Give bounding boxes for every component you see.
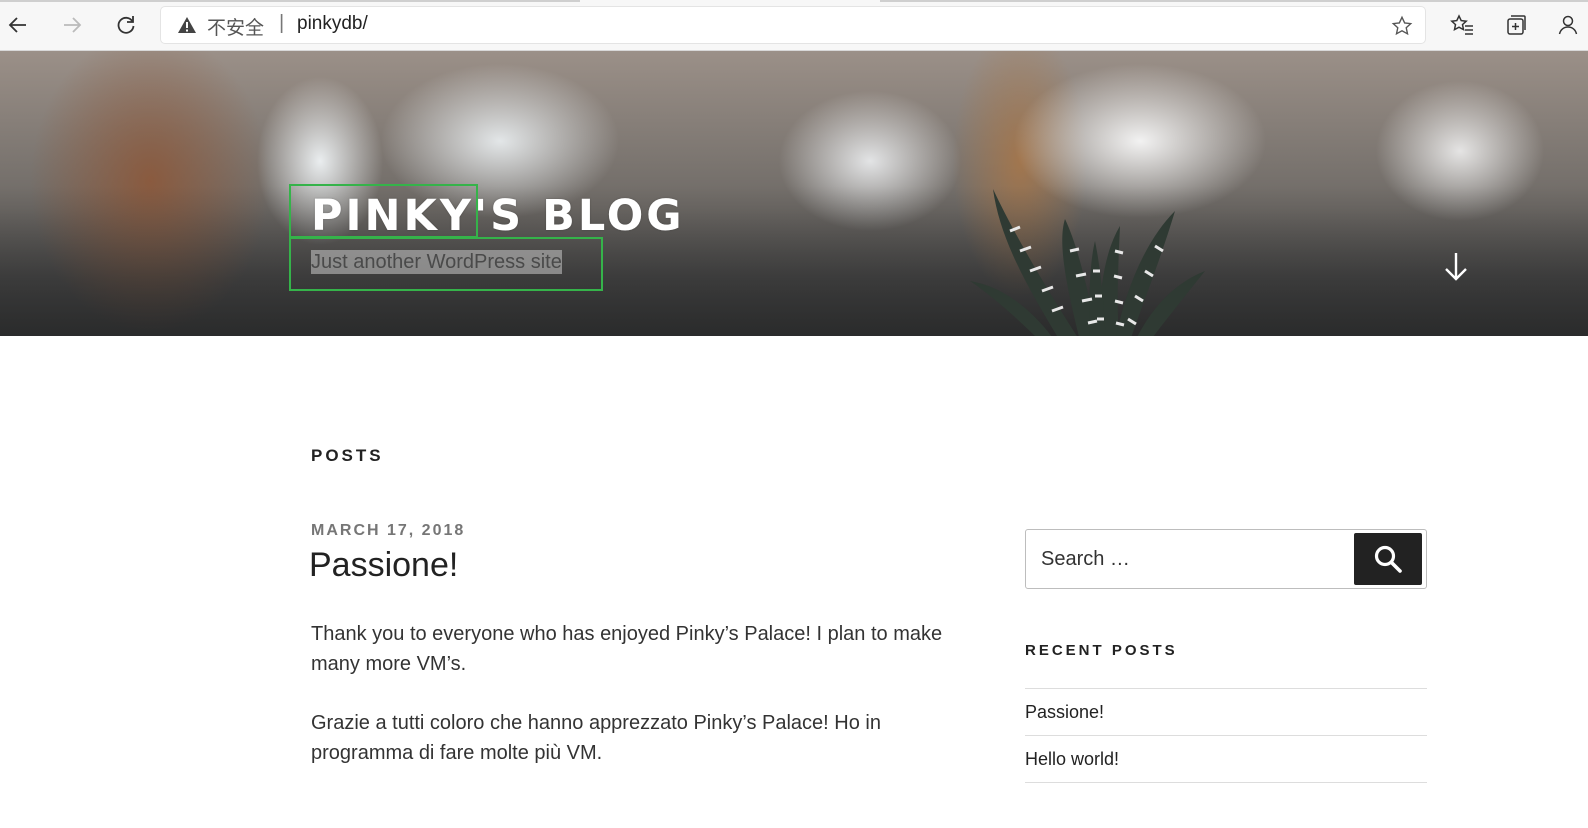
collections-icon: [1507, 15, 1526, 35]
post-paragraph: Thank you to everyone who has enjoyed Pi…: [311, 623, 943, 675]
arrow-left-icon: [8, 17, 26, 33]
header-hero-image: PINKY'S BLOG Just another WordPress site: [0, 51, 1588, 336]
succulent-plant-image: [970, 189, 1205, 336]
profile-icon: [1558, 15, 1578, 35]
post-paragraph: Grazie a tutti coloro che hanno apprezza…: [311, 712, 881, 764]
refresh-button[interactable]: [109, 8, 143, 42]
recent-posts-list: Passione! Hello world!: [1025, 688, 1427, 783]
back-button[interactable]: [1, 8, 35, 42]
collections-button[interactable]: [1499, 8, 1533, 42]
add-favorite-button[interactable]: [1391, 15, 1413, 42]
url-text[interactable]: pinkydb/: [297, 13, 368, 35]
post-date[interactable]: MARCH 17, 2018: [311, 522, 465, 540]
favorites-icon: [1450, 14, 1473, 35]
recent-post-link[interactable]: Hello world!: [1025, 735, 1427, 783]
scroll-down-button[interactable]: [1440, 249, 1472, 285]
tab-strip-edge: [880, 0, 1588, 2]
highlight-box-description: [289, 237, 603, 291]
search-input[interactable]: [1027, 531, 1361, 587]
search-form: [1025, 529, 1427, 589]
highlight-box-title: [289, 184, 478, 238]
hero-shade: [0, 186, 1588, 336]
search-icon: [1374, 545, 1402, 573]
browser-toolbar: 不安全 | pinkydb/: [0, 0, 1588, 51]
forward-button[interactable]: [55, 8, 89, 42]
refresh-icon: [117, 16, 135, 34]
search-button[interactable]: [1354, 533, 1422, 585]
recent-post-link[interactable]: Passione!: [1025, 688, 1427, 735]
url-separator: |: [279, 12, 285, 34]
security-label[interactable]: 不安全: [207, 13, 264, 40]
warning-icon[interactable]: [177, 16, 197, 39]
page-label: POSTS: [311, 446, 384, 465]
arrow-right-icon: [64, 17, 82, 33]
post-title[interactable]: Passione!: [309, 546, 458, 585]
tab-strip-edge: [0, 0, 580, 2]
arrow-down-icon: [1445, 253, 1467, 281]
address-bar[interactable]: 不安全 | pinkydb/: [161, 7, 1425, 43]
profile-button[interactable]: [1551, 8, 1585, 42]
favorites-button[interactable]: [1445, 8, 1479, 42]
recent-posts-heading: RECENT POSTS: [1025, 642, 1178, 659]
star-icon: [1391, 15, 1413, 36]
